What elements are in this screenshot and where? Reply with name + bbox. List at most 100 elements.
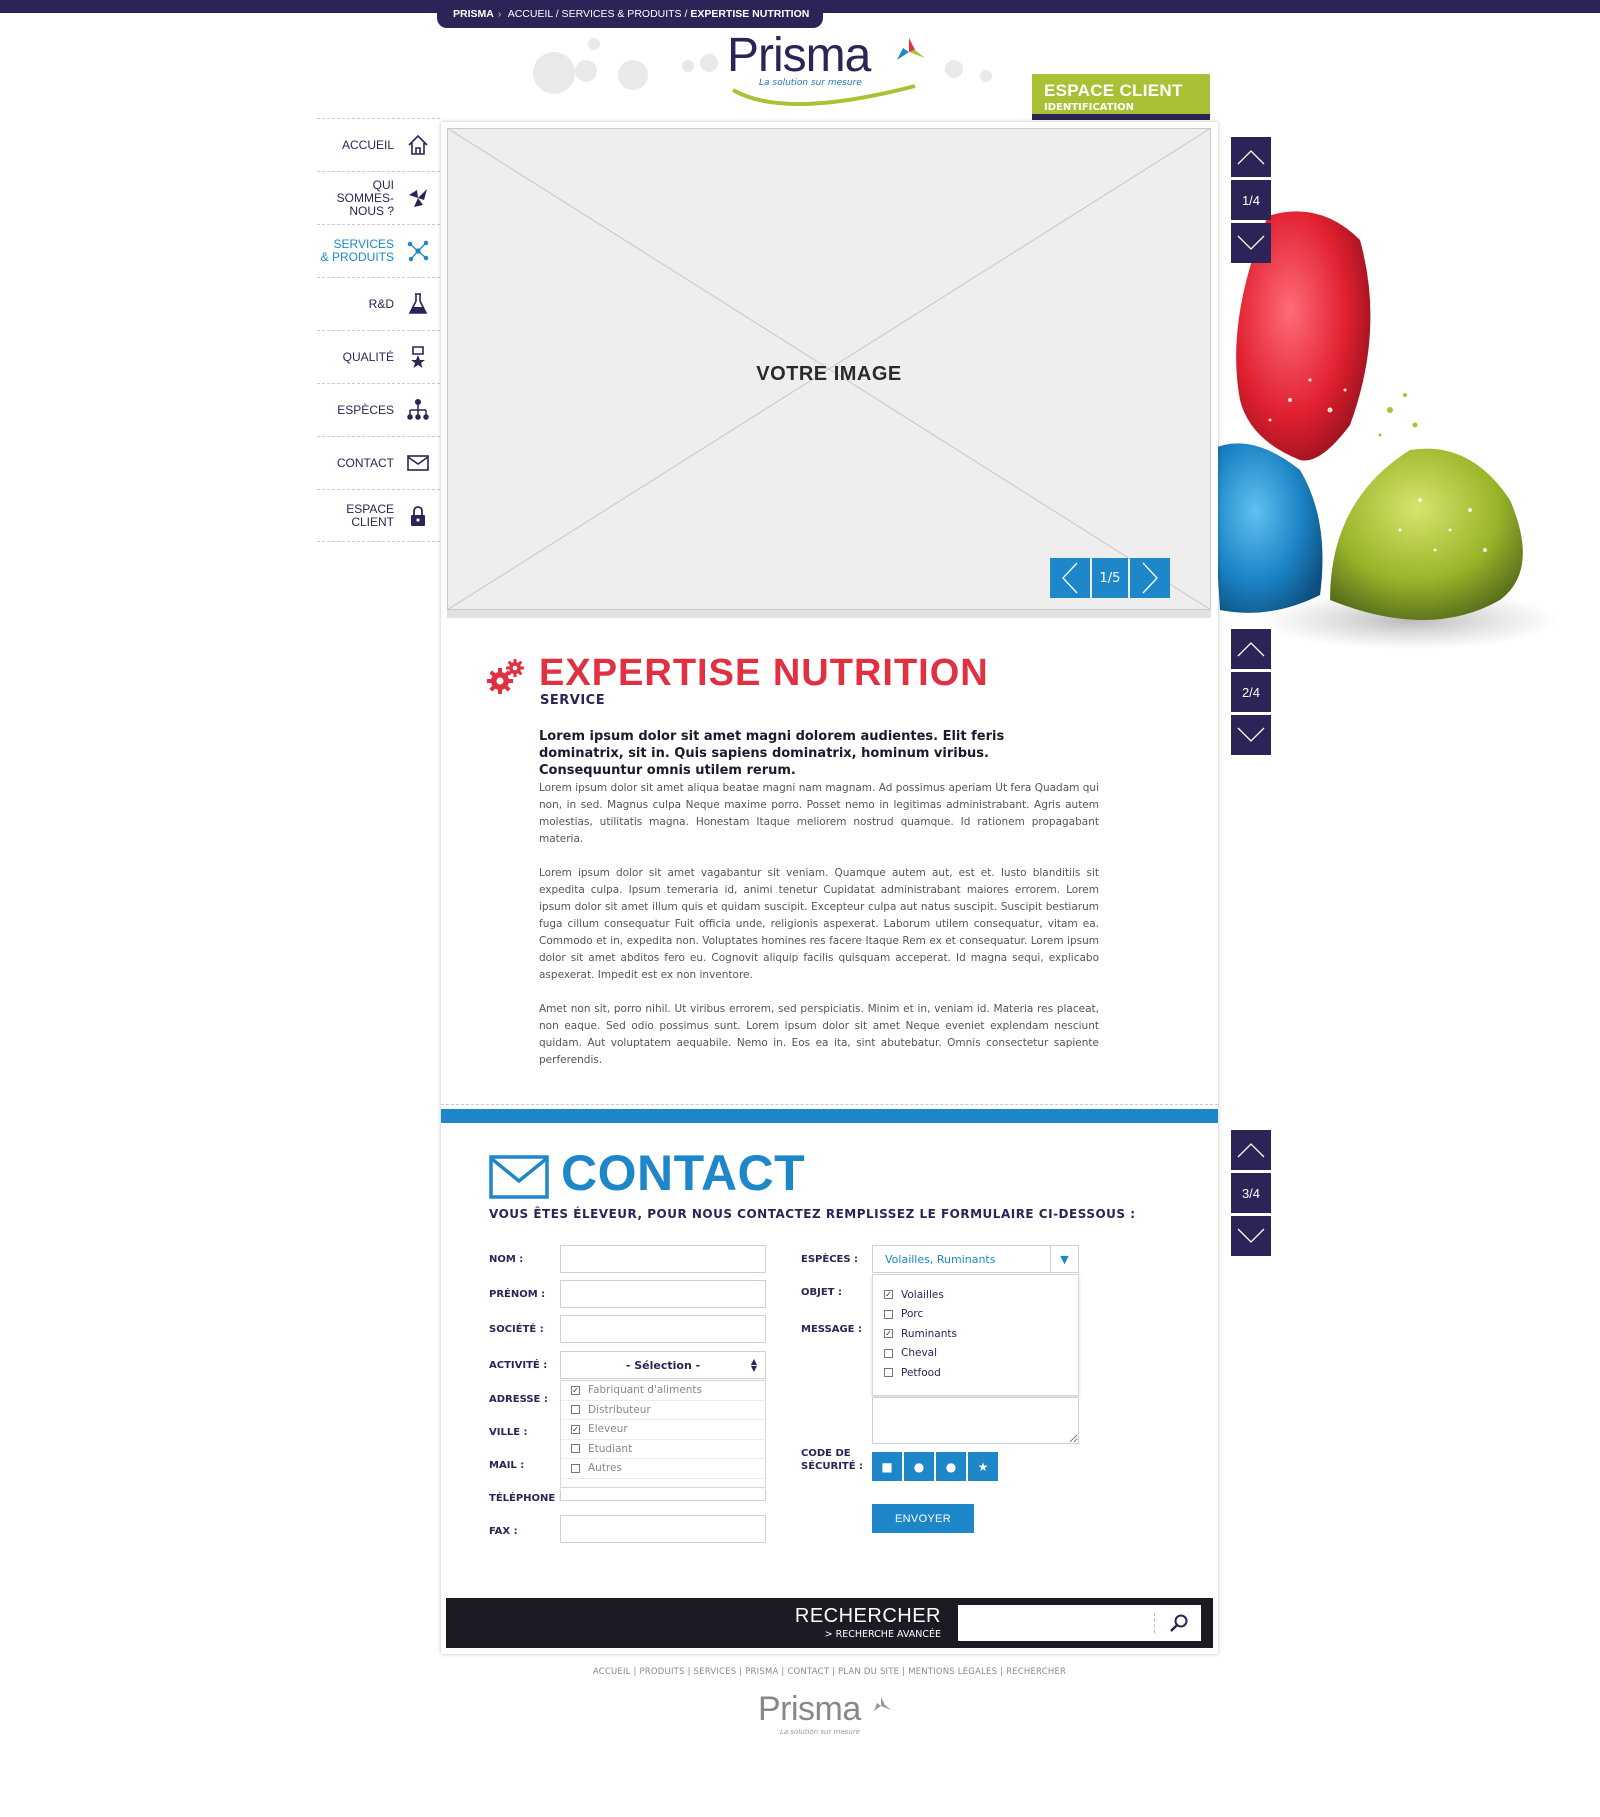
fax-field[interactable]	[560, 1515, 766, 1543]
societe-field[interactable]	[560, 1315, 766, 1343]
checkbox-checked[interactable]: ✓	[571, 1424, 580, 1434]
especes-option[interactable]: Petfood	[873, 1363, 1078, 1383]
checkbox[interactable]	[571, 1463, 580, 1473]
footer-links[interactable]: ACCUEIL | PRODUITS | SERVICES | PRISMA |…	[441, 1667, 1218, 1677]
prisma-logo[interactable]: Prisma La solution sur mesure	[725, 28, 935, 114]
captcha-square[interactable]: ■	[872, 1452, 902, 1481]
decor-bubble	[533, 52, 575, 94]
especes-option[interactable]: Cheval	[873, 1344, 1078, 1364]
logo-mark-icon	[897, 38, 925, 60]
activite-option[interactable]: ✓ Eleveur	[561, 1420, 765, 1440]
option-label: Autres	[588, 1462, 622, 1475]
article-paragraph: Lorem ipsum dolor sit amet vagabantur si…	[539, 867, 1099, 981]
captcha-star[interactable]: ★	[968, 1452, 998, 1481]
message-field[interactable]	[872, 1397, 1079, 1444]
chevron-down-icon	[1237, 727, 1265, 742]
nom-field[interactable]	[560, 1245, 766, 1273]
contact-title: CONTACT	[561, 1145, 806, 1201]
pager-up-button[interactable]	[1231, 137, 1271, 177]
activite-option[interactable]: Autres	[561, 1459, 765, 1479]
article-paragraph: Amet non sit, porro nihil. Ut viribus er…	[539, 1003, 1099, 1066]
search-input[interactable]	[958, 1605, 1201, 1641]
slider-next-button[interactable]	[1130, 558, 1170, 598]
prenom-field[interactable]	[560, 1280, 766, 1308]
pager-down-button[interactable]	[1231, 715, 1271, 755]
pager-down-button[interactable]	[1231, 223, 1271, 263]
checkbox-checked[interactable]: ✓	[884, 1329, 893, 1339]
nav-item-rd[interactable]: R&D	[317, 277, 440, 330]
checkbox[interactable]	[571, 1444, 580, 1454]
captcha-circle[interactable]: ●	[904, 1452, 934, 1481]
pager-counter: 2/4	[1231, 672, 1271, 712]
nav-item-qualite[interactable]: QUALITÉ	[317, 330, 440, 383]
chevron-down-icon	[1237, 1228, 1265, 1243]
nav-item-espace-client[interactable]: ESPACE CLIENT	[317, 489, 440, 542]
activite-select[interactable]: - Sélection - ▲ ▼	[560, 1351, 766, 1379]
espace-client-subtitle: IDENTIFICATION	[1044, 102, 1135, 113]
breadcrumb-current: EXPERTISE NUTRITION	[690, 8, 810, 20]
checkbox[interactable]	[884, 1348, 893, 1358]
pager-up-button[interactable]	[1231, 629, 1271, 669]
article-body: Lorem ipsum dolor sit amet aliqua beatae…	[539, 780, 1099, 1086]
especes-dropdown: ✓ Volailles Porc ✓ Ruminants Cheval Petfoo…	[872, 1274, 1079, 1396]
label-adresse: ADRESSE :	[489, 1394, 548, 1405]
activite-option[interactable]: ✓ Fabriquant d'aliments	[561, 1381, 765, 1401]
molecule-icon	[407, 240, 429, 262]
pager-up-button[interactable]	[1231, 1130, 1271, 1170]
checkbox[interactable]	[571, 1405, 580, 1415]
label-fax: FAX :	[489, 1526, 518, 1537]
decor-prism-illustration	[1210, 211, 1560, 650]
checkbox-checked[interactable]: ✓	[884, 1290, 893, 1300]
pager-counter: 3/4	[1231, 1173, 1271, 1213]
activite-option[interactable]: Distributeur	[561, 1401, 765, 1420]
nav-item-contact[interactable]: CONTACT	[317, 436, 440, 489]
telephone-field[interactable]	[560, 1489, 766, 1501]
logo-wordmark: Prisma	[727, 29, 871, 82]
caret-down-icon[interactable]: ▼	[1050, 1246, 1078, 1272]
chevron-up-icon	[1237, 150, 1265, 165]
option-label: Eleveur	[588, 1423, 628, 1436]
section-divider	[441, 1104, 1218, 1105]
envoyer-button[interactable]: ENVOYER	[872, 1504, 974, 1533]
slider-prev-button[interactable]	[1050, 558, 1090, 598]
breadcrumb: PRISMA › ACCUEIL / SERVICES & PRODUITS / …	[437, 0, 824, 28]
checkbox[interactable]	[884, 1368, 893, 1378]
checkbox[interactable]	[884, 1309, 893, 1319]
footer-logo[interactable]: Prisma La solution sur mesure	[758, 1690, 898, 1750]
decor-bubble	[945, 60, 963, 78]
option-label: Ruminants	[901, 1327, 957, 1340]
activite-select-value: - Sélection -	[625, 1358, 701, 1372]
label-code-securite: CODE DE SÉCURITÉ :	[801, 1448, 864, 1472]
pager-down-button[interactable]	[1231, 1216, 1271, 1256]
nav-item-especes[interactable]: ESPÈCES	[317, 383, 440, 436]
label-telephone: TÉLÉPHONE :	[489, 1493, 563, 1504]
especes-select-value: Volailles, Ruminants	[885, 1252, 996, 1266]
lock-icon	[411, 505, 425, 526]
especes-option[interactable]: ✓ Volailles	[873, 1285, 1078, 1305]
nav-item-qui-sommes-nous[interactable]: QUI SOMMES-NOUS ?	[317, 171, 440, 224]
chevron-left-icon	[1062, 562, 1078, 594]
option-label: Volailles	[901, 1288, 944, 1301]
advanced-search-link[interactable]: > RECHERCHE AVANCÉE	[825, 1629, 941, 1640]
nav-label: QUALITÉ	[342, 349, 394, 364]
nav-item-accueil[interactable]: ACCUEIL	[317, 118, 440, 171]
activite-option[interactable]: Etudiant	[561, 1440, 765, 1459]
tri-leaf-icon	[409, 189, 427, 207]
search-bar: RECHERCHER > RECHERCHE AVANCÉE	[446, 1598, 1213, 1648]
activite-dropdown: ✓ Fabriquant d'aliments Distributeur ✓ Ele…	[560, 1380, 766, 1488]
label-prenom: PRÉNOM :	[489, 1289, 546, 1300]
contact-subtitle: VOUS ÊTES ÉLEVEUR, POUR NOUS CONTACTEZ R…	[489, 1207, 1136, 1221]
checkbox-checked[interactable]: ✓	[571, 1385, 580, 1395]
especes-option[interactable]: ✓ Ruminants	[873, 1324, 1078, 1344]
search-icon[interactable]	[1169, 1613, 1189, 1633]
nav-item-services-produits[interactable]: SERVICES & PRODUITS	[317, 224, 440, 277]
especes-select[interactable]: Volailles, Ruminants ▼	[872, 1245, 1079, 1273]
captcha-circle[interactable]: ●	[936, 1452, 966, 1481]
hierarchy-icon	[407, 398, 429, 420]
especes-option[interactable]: Porc	[873, 1305, 1078, 1325]
nav-label: R&D	[368, 296, 394, 311]
breadcrumb-site[interactable]: PRISMA	[453, 8, 494, 20]
espace-client-button[interactable]: ESPACE CLIENT IDENTIFICATION	[1032, 74, 1210, 120]
logo-tagline: La solution sur mesure	[759, 78, 862, 88]
breadcrumb-path[interactable]: ACCUEIL / SERVICES & PRODUITS /	[508, 8, 688, 20]
